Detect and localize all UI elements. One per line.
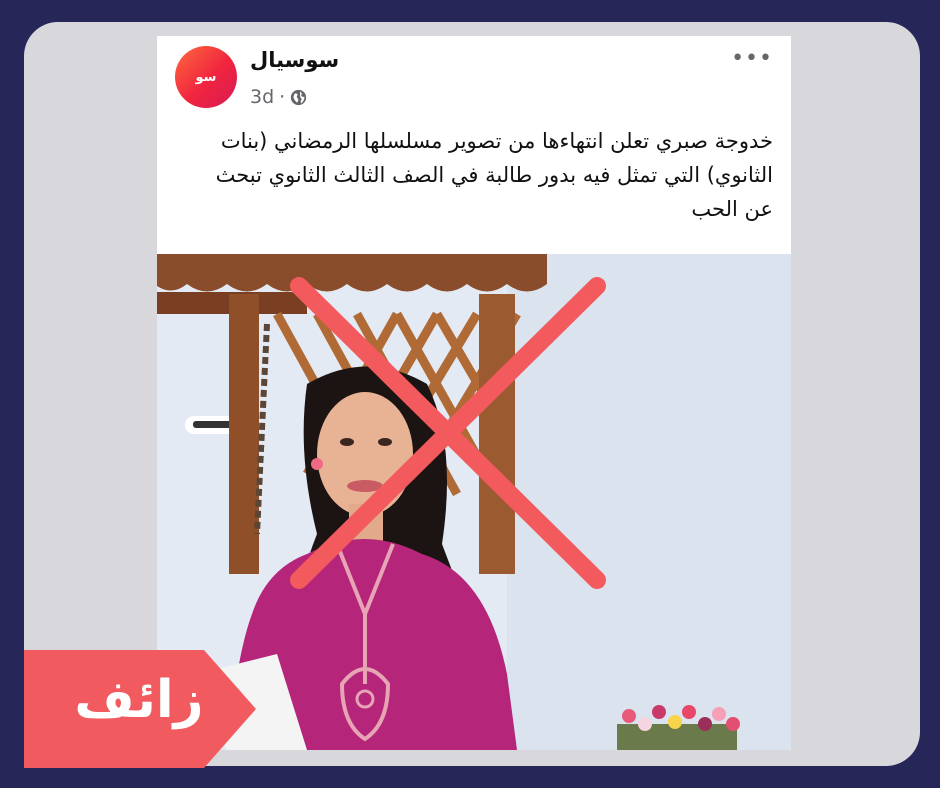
false-claim-x-mark bbox=[290, 277, 606, 589]
post-photo[interactable] bbox=[157, 254, 791, 750]
page-avatar[interactable]: سو bbox=[175, 46, 237, 108]
globe-icon bbox=[291, 89, 307, 105]
social-post-card: سو سوسيال 3d · ••• خدوجة صبري تعلن انتها… bbox=[157, 36, 791, 750]
post-time[interactable]: 3d bbox=[250, 86, 274, 108]
post-caption: خدوجة صبري تعلن انتهاءها من تصوير مسلسله… bbox=[215, 129, 773, 221]
more-options-button[interactable]: ••• bbox=[731, 46, 773, 71]
meta-separator: · bbox=[279, 86, 286, 108]
avatar-logo: سو bbox=[195, 69, 218, 85]
page-name[interactable]: سوسيال bbox=[250, 48, 339, 72]
post-meta: 3d · bbox=[250, 86, 307, 108]
verdict-label: زائف bbox=[74, 670, 204, 730]
